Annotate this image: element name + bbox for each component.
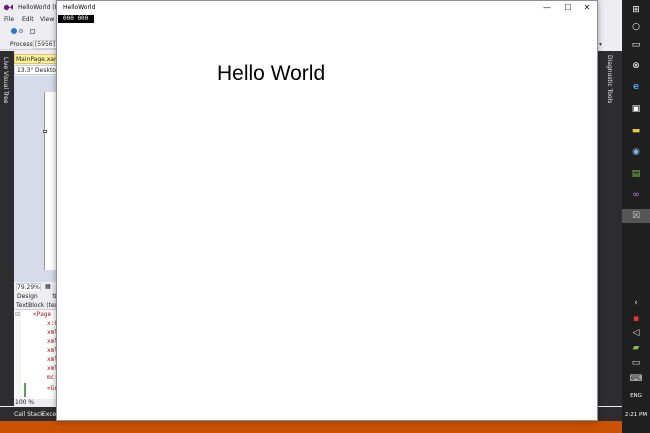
windows-start-icon[interactable]: ⊞	[629, 3, 643, 17]
visual-studio-icon[interactable]: ∞	[629, 188, 643, 202]
show-hidden-icons-icon[interactable]: ‹	[629, 296, 643, 310]
diagnostic-tools-rail: Diagnostic Tools	[598, 51, 622, 406]
menu-file[interactable]: File	[4, 16, 14, 23]
element-breadcrumb: TextBlock (tex	[14, 301, 58, 310]
edge-icon[interactable]: e	[629, 80, 643, 94]
editor-gutter	[15, 310, 21, 400]
document-tab-label: MainPage.xaml	[16, 56, 62, 63]
action-center-icon[interactable]: ▭	[629, 356, 643, 370]
device-selector[interactable]: 13.3" Desktop (	[14, 65, 64, 75]
store-icon[interactable]: ▣	[629, 102, 643, 116]
collapse-icon[interactable]: ⊟	[15, 311, 20, 318]
menu-view[interactable]: View	[40, 16, 54, 23]
xaml-zoom-dropdown[interactable]: 100 %	[15, 399, 34, 406]
document-tab-mainpage[interactable]: MainPage.xaml	[14, 54, 62, 64]
resize-handle[interactable]	[43, 130, 47, 133]
hello-world-textblock: Hello World	[217, 62, 326, 85]
change-indicator	[24, 383, 26, 397]
cortana-icon[interactable]: ○	[629, 20, 643, 34]
minimize-icon[interactable]: —	[538, 3, 556, 13]
xaml-code-editor[interactable]: ⊟ <Page x:C xml xml xml xml xml mc: <Gr	[14, 310, 58, 400]
keyboard-icon[interactable]: ⌨	[629, 372, 643, 386]
frame-rate-counter: 000 000	[58, 15, 94, 23]
volume-icon[interactable]: ◁	[629, 326, 643, 340]
design-tab[interactable]: Design	[17, 293, 38, 300]
back-icon[interactable]	[11, 28, 17, 34]
app-title-bar[interactable]: HelloWorld — ☐ ✕	[57, 1, 597, 15]
close-icon[interactable]: ✕	[578, 3, 596, 13]
xbox-icon[interactable]: ⊗	[629, 59, 643, 73]
code-line: <Page	[33, 311, 52, 318]
app-icon[interactable]: ☒	[622, 209, 650, 223]
grid-icon[interactable]: ▦	[45, 283, 51, 290]
app-title: HelloWorld	[63, 4, 96, 11]
menu-edit[interactable]: Edit	[22, 16, 34, 23]
call-stack-tab[interactable]: Call Stack	[14, 411, 44, 418]
forward-icon[interactable]	[19, 29, 23, 33]
task-view-icon[interactable]: ▭	[629, 38, 643, 52]
media-icon[interactable]: ◉	[629, 145, 643, 159]
xaml-zoom-row: 100 %	[14, 399, 58, 407]
file-explorer-icon[interactable]: ▬	[629, 124, 643, 138]
visual-studio-logo-icon	[4, 4, 13, 11]
vs-status-bar	[0, 421, 650, 433]
notepad-icon[interactable]: ▤	[629, 167, 643, 181]
clock[interactable]: 2:21 PM	[622, 412, 650, 418]
save-icon[interactable]	[30, 29, 35, 34]
right-toolbar-strip: ▾	[598, 38, 622, 51]
maximize-icon[interactable]: ☐	[559, 3, 577, 13]
alert-icon[interactable]: ▪	[629, 312, 643, 326]
designer-zoom-row: 79.29% ▦	[14, 282, 58, 292]
element-breadcrumb-label[interactable]: TextBlock (tex	[16, 302, 58, 309]
process-label: Process:	[10, 41, 35, 48]
language-indicator[interactable]: ENG	[622, 393, 650, 399]
diagnostic-tools-tab[interactable]: Diagnostic Tools	[606, 55, 613, 103]
helloworld-app-window: HelloWorld — ☐ ✕ 000 000 Hello World	[56, 0, 598, 421]
design-xaml-tabs: Design ⇅	[14, 291, 58, 301]
network-icon[interactable]: ▰	[629, 341, 643, 355]
windows-taskbar: ⊞ ○ ▭ ⊗ e ▣ ▬ ◉ ▤ ∞ ☒ ‹ ▪ ◁ ▰ ▭ ⌨ ENG 2:…	[622, 0, 650, 433]
chevron-down-icon[interactable]: ▾	[599, 41, 602, 48]
live-visual-tree-tab[interactable]: Live Visual Tree	[2, 57, 9, 103]
live-visual-tree-rail: Live Visual Tree	[0, 51, 14, 406]
